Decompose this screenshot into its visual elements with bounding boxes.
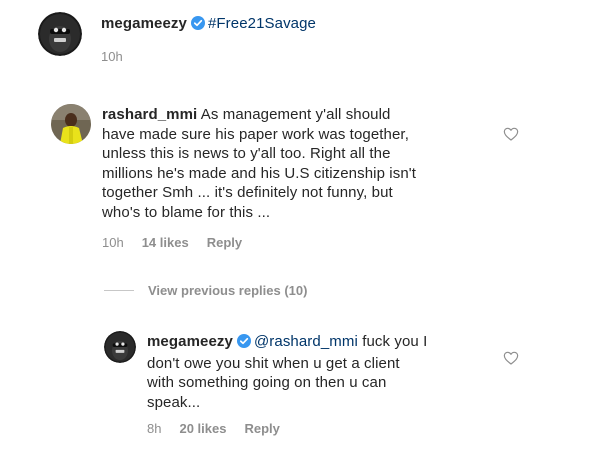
reply-line: don't owe you shit when u get a client <box>147 354 400 372</box>
comment-line: have made sure his paper work was togeth… <box>102 125 409 143</box>
post-timestamp: 10h <box>101 49 123 64</box>
view-previous-replies-button[interactable]: View previous replies (10) <box>104 283 307 298</box>
reply-reply-button[interactable]: Reply <box>244 421 279 436</box>
comment-meta: 10h 14 likes Reply <box>102 235 260 250</box>
comment-body: rashard_mmi As management y'all should h… <box>102 105 416 222</box>
comment-author-username[interactable]: rashard_mmi <box>102 106 197 123</box>
reply-mention[interactable]: @rashard_mmi <box>254 333 358 350</box>
comment-likes[interactable]: 14 likes <box>142 235 189 250</box>
reply-author-username[interactable]: megameezy <box>147 333 233 350</box>
comment-author-avatar[interactable] <box>51 104 91 144</box>
comment-line: As management y'all should <box>200 106 391 123</box>
verified-badge-icon <box>236 334 251 354</box>
comment-line: together Smh ... it's definitely not fun… <box>102 184 393 201</box>
verified-badge-icon <box>190 16 205 36</box>
reply-likes[interactable]: 20 likes <box>179 421 226 436</box>
comment-line: unless this is news to y'all too. Right … <box>102 145 391 162</box>
heart-outline-icon[interactable] <box>503 350 519 366</box>
comment-timestamp: 10h <box>102 235 124 250</box>
comment-reply-button[interactable]: Reply <box>207 235 242 250</box>
reply-timestamp: 8h <box>147 421 162 436</box>
reply-meta: 8h 20 likes Reply <box>147 421 298 436</box>
post-caption: megameezy #Free21Savage <box>101 14 316 36</box>
reply-line: fuck you I <box>362 333 428 350</box>
post-author-avatar[interactable] <box>38 12 82 56</box>
post-meta: 10h <box>101 49 141 64</box>
reply-body: megameezy @rashard_mmi fuck you I don't o… <box>147 332 427 412</box>
reply-line: with something going on then u can <box>147 374 387 391</box>
divider-line <box>104 290 134 291</box>
post-author-username[interactable]: megameezy <box>101 15 187 32</box>
reply-line: speak... <box>147 393 201 411</box>
comment-line: millions he's made and his U.S citizensh… <box>102 164 416 182</box>
reply-author-avatar[interactable] <box>104 331 136 363</box>
heart-outline-icon[interactable] <box>503 126 519 142</box>
view-previous-replies-label: View previous replies (10) <box>148 283 308 298</box>
post-hashtag[interactable]: #Free21Savage <box>208 15 316 32</box>
comment-line: who's to blame for this ... <box>102 203 271 221</box>
